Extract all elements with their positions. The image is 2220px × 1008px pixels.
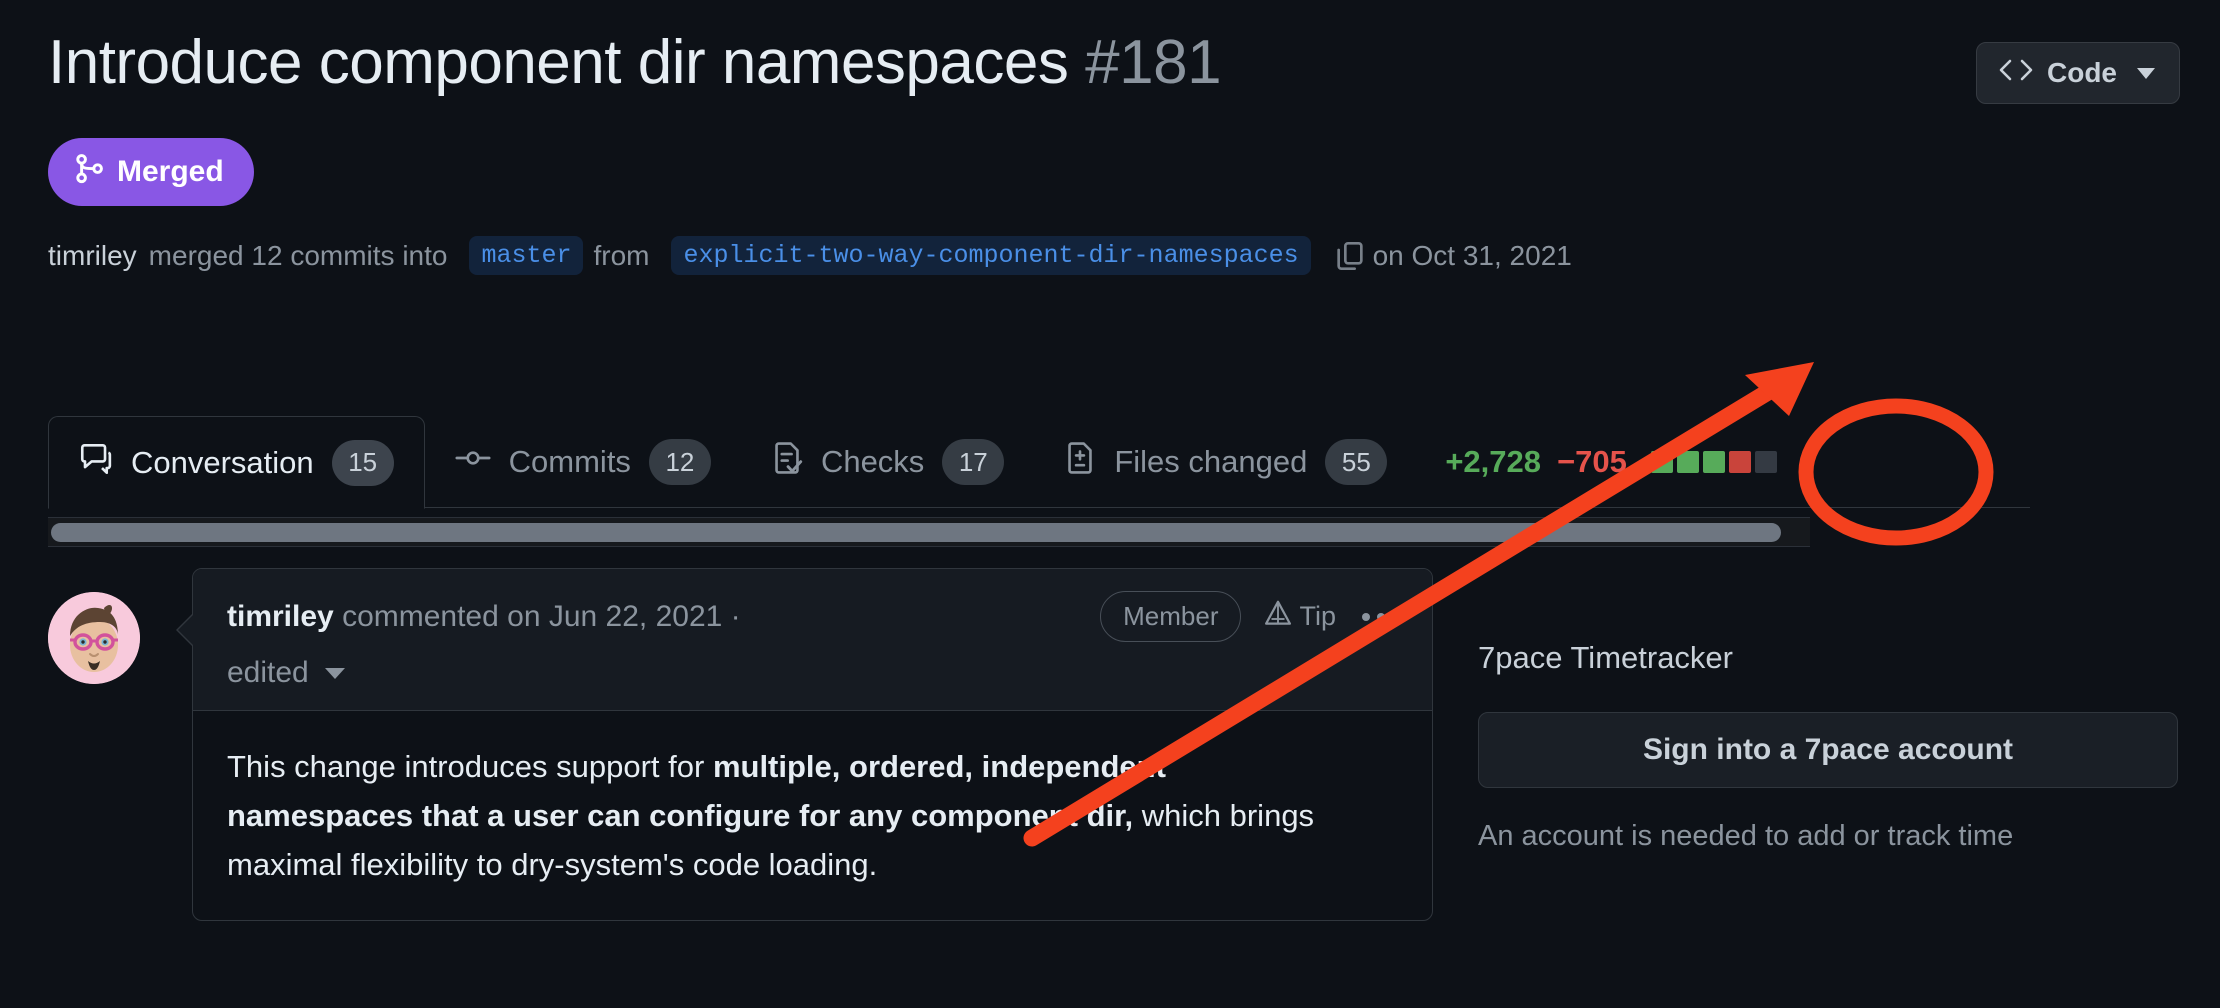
comment-header-actions: Member Tip [1100,591,1404,642]
chevron-down-icon [324,667,345,679]
pr-tabbar: Conversation 15 Commits 12 Checks 17 Fil… [48,416,2220,509]
diffstat-additions: +2,728 [1445,444,1542,479]
diffstat-deletions: −705 [1557,444,1627,479]
badge-row: Merged [48,138,2180,206]
page-title: Introduce component dir namespaces #181 [48,28,1222,97]
file-diff-icon [1064,441,1096,483]
avatar-image [48,592,140,684]
tab-conversation-label: Conversation [131,444,314,480]
more-options-icon[interactable] [1358,612,1404,621]
comment-box: timriley commented on Jun 22, 2021 · Mem… [176,568,1433,921]
checks-icon [771,441,803,483]
code-button-label: Code [2047,57,2117,88]
comment-text-part-1: This change introduces support for [227,749,713,784]
tabs: Conversation 15 Commits 12 Checks 17 Fil… [48,416,2220,509]
merge-meta-line: timriley merged 12 commits into master f… [48,236,2180,275]
tab-conversation[interactable]: Conversation 15 [48,416,425,509]
meta-from-text: from [593,239,650,271]
edited-row[interactable]: edited [227,656,1404,690]
pr-header: Introduce component dir namespaces #181 … [48,28,2180,275]
tab-conversation-count: 15 [331,439,394,486]
role-badge: Member [1100,591,1242,642]
tab-files-changed[interactable]: Files changed 55 [1034,416,1417,508]
diffstat[interactable]: +2,728 −705 [1417,416,1777,508]
edited-label: edited [227,656,309,689]
merge-date: on Oct 31, 2021 [1372,239,1572,271]
annotation-arrow-head [1745,362,1814,416]
head-branch-chip[interactable]: explicit-two-way-component-dir-namespace… [671,236,1311,275]
copy-icon[interactable] [1335,240,1365,272]
tab-commits[interactable]: Commits 12 [425,416,741,508]
diffstat-blocks [1650,451,1777,473]
meta-action-text: merged 12 commits into [148,239,448,271]
code-brackets-icon [1999,57,2033,89]
avatar[interactable] [48,592,140,684]
commit-icon [455,443,491,481]
sidebar-title: 7pace Timetracker [1478,640,1733,675]
comment-icon [79,442,113,484]
tab-files-changed-count: 55 [1325,439,1388,485]
git-merge-icon [74,152,104,192]
comment-header: timriley commented on Jun 22, 2021 · Mem… [193,569,1432,711]
comment-body: This change introduces support for multi… [193,711,1373,920]
tab-commits-label: Commits [508,444,631,479]
tab-checks[interactable]: Checks 17 [741,416,1034,508]
comment-header-top: timriley commented on Jun 22, 2021 · Mem… [227,591,1404,642]
pr-title-text: Introduce component dir namespaces [48,28,1069,97]
tab-commits-count: 12 [648,439,711,485]
sidebar-note: An account is needed to add or track tim… [1478,820,2014,852]
tab-checks-label: Checks [820,444,925,479]
meta-author[interactable]: timriley [48,240,137,272]
comment-thread: timriley commented on Jun 22, 2021 · Mem… [48,568,1433,921]
scrollbar-thumb[interactable] [51,523,1781,542]
comment-author[interactable]: timriley [227,600,334,633]
code-button[interactable]: Code [1976,42,2180,104]
base-branch-chip[interactable]: master [469,236,584,275]
status-badge-label: Merged [117,155,224,188]
tab-checks-count: 17 [942,439,1005,485]
horizontal-scrollbar[interactable] [48,517,1810,547]
status-badge: Merged [48,138,254,206]
tip-triangle-icon [1263,598,1293,635]
chevron-down-icon [2137,67,2155,79]
github-pull-request-page: Introduce component dir namespaces #181 … [0,0,2220,1008]
pr-number: #181 [1085,28,1222,97]
sidebar-7pace-timetracker: 7pace Timetracker Sign into a 7pace acco… [1478,640,2178,853]
tip-button[interactable]: Tip [1263,598,1336,635]
sign-into-7pace-button[interactable]: Sign into a 7pace account [1478,712,2178,788]
comment-byline: timriley commented on Jun 22, 2021 · [227,600,741,634]
tab-files-changed-label: Files changed [1114,444,1308,479]
tip-label: Tip [1299,601,1336,631]
title-row: Introduce component dir namespaces #181 … [48,28,2180,104]
comment-action-text: commented on Jun 22, 2021 · [342,599,741,633]
